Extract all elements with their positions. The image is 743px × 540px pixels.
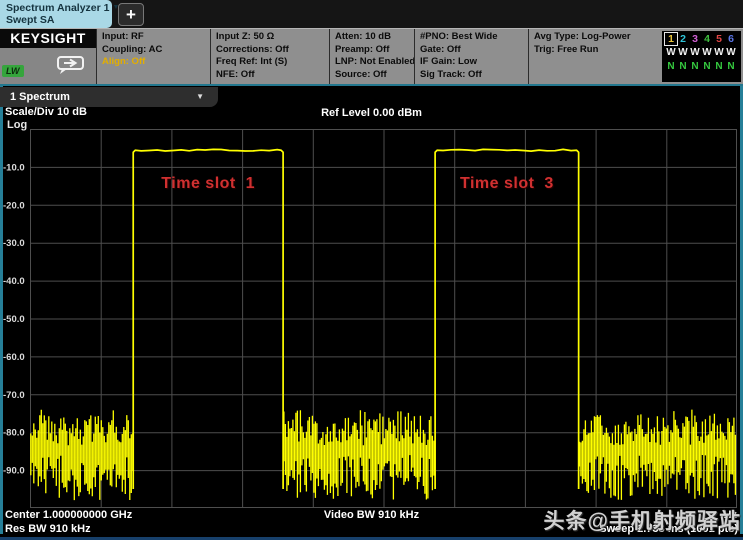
y-axis-label: -80.0 <box>3 428 25 439</box>
y-axis-label: -40.0 <box>3 276 25 287</box>
spectrum-plot[interactable]: -10.0 -20.0 -30.0 -40.0 -50.0 -60.0 -70.0 -80.0… <box>0 0 743 540</box>
watermark: 头条@手机射频驿站 <box>544 505 741 535</box>
res-bw-label[interactable]: Res BW 910 kHz <box>5 523 91 535</box>
time-slot-label: Time slot 3 <box>460 175 554 193</box>
y-axis-label: -90.0 <box>3 466 25 477</box>
y-axis-label: -20.0 <box>3 200 25 211</box>
spectrum-analyzer-screen: Spectrum Analyzer 1▼ Swept SA + KEYSIGHT… <box>0 0 743 540</box>
y-axis-label: -10.0 <box>3 162 25 173</box>
y-axis-label: -60.0 <box>3 352 25 363</box>
y-axis-label: -70.0 <box>3 390 25 401</box>
y-axis-label: -50.0 <box>3 314 25 325</box>
time-slot-label: Time slot 1 <box>161 175 255 193</box>
y-axis-label: -30.0 <box>3 238 25 249</box>
